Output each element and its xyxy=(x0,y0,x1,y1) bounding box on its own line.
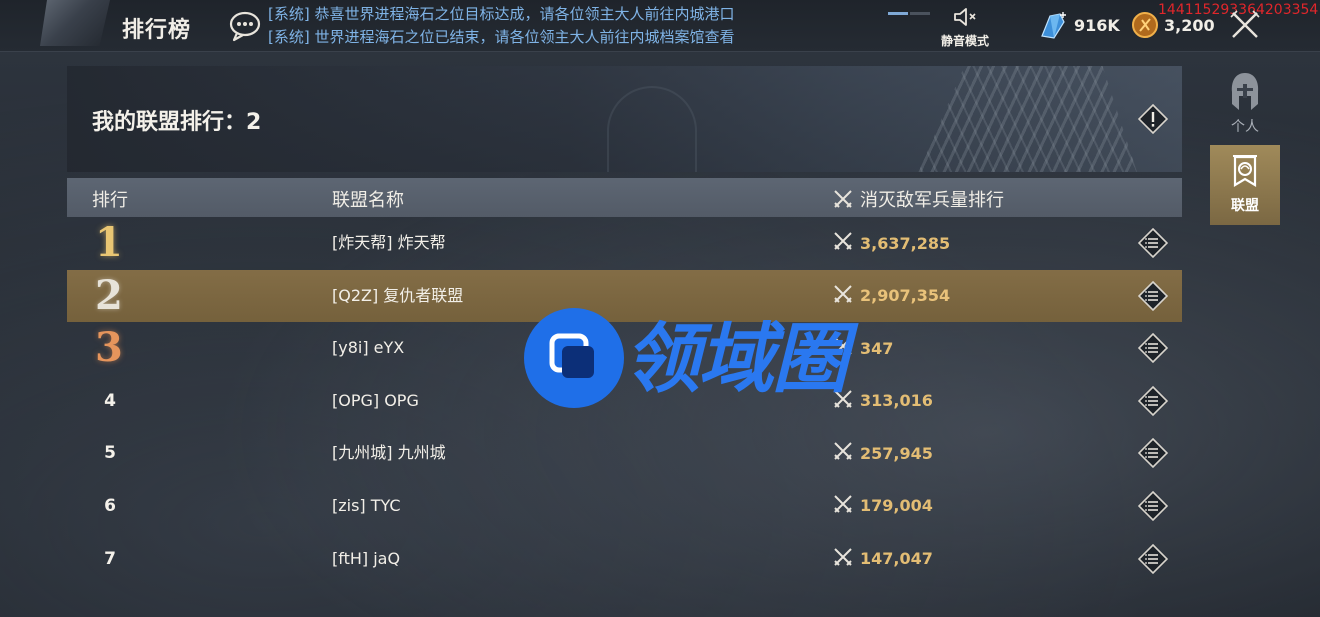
coin-value: 3,200 xyxy=(1164,15,1215,35)
rank-number: 7 xyxy=(104,548,116,569)
blue-crystal-icon xyxy=(1041,12,1066,39)
crossed-swords-icon xyxy=(832,440,854,466)
crossed-swords-icon xyxy=(832,546,854,572)
info-icon[interactable] xyxy=(1138,104,1168,134)
table-header: 排行 联盟名称 消灭敌军兵量排行 xyxy=(67,178,1182,217)
my-rank-value: 2 xyxy=(246,110,262,135)
kills-cell: 179,004 xyxy=(832,480,933,532)
system-announcements[interactable]: [系统] 恭喜世界进程海石之位目标达成，请各位领主大人前往内城港口 [系统] 世… xyxy=(268,3,828,49)
side-tabs: 个人 联盟 xyxy=(1210,64,1320,225)
rank-medal-icon: 2 xyxy=(95,271,123,319)
my-rank-label: 我的联盟排行： xyxy=(92,110,247,135)
rank-number: 4 xyxy=(104,390,116,411)
rank-cell: 2 xyxy=(67,270,153,322)
throne-artwork xyxy=(918,66,1137,172)
rank-cell: 5 xyxy=(67,427,153,479)
rank-cell: 1 xyxy=(67,217,153,269)
alliance-name: [OPG] OPG xyxy=(332,390,419,410)
table-row[interactable]: 1 [炸天帮] 炸天帮 3,637,285 xyxy=(67,217,1182,270)
details-list-icon[interactable] xyxy=(1137,385,1169,416)
alliance-name: [九州城] 九州城 xyxy=(332,443,446,463)
details-list-icon[interactable] xyxy=(1137,543,1169,574)
details-list-icon[interactable] xyxy=(1137,333,1169,364)
alliance-name: [Q2Z] 复仇者联盟 xyxy=(332,285,464,305)
column-header-rank: 排行 xyxy=(92,190,128,211)
crossed-swords-icon xyxy=(832,230,854,256)
announcement-line: [系统] 恭喜世界进程海石之位目标达成，请各位领主大人前往内城港口 xyxy=(268,5,735,23)
alliance-name: [y8i] eYX xyxy=(332,338,405,358)
rank-cell: 3 xyxy=(67,322,153,374)
rank-cell: 6 xyxy=(67,480,153,532)
alliance-name: [ftH] jaQ xyxy=(332,548,401,568)
close-icon[interactable] xyxy=(1228,8,1262,42)
column-header-kills: 消灭敌军兵量排行 xyxy=(832,186,1004,212)
crossed-swords-icon xyxy=(832,283,854,309)
page-title: 排行榜 xyxy=(122,18,192,43)
gold-coin-icon xyxy=(1132,12,1158,38)
kills-value: 3,637,285 xyxy=(860,233,951,253)
tab-personal-label: 个人 xyxy=(1231,119,1259,135)
kills-value: 2,907,354 xyxy=(860,286,951,306)
watermark-logo: 领域圈 xyxy=(524,308,914,410)
rank-number: 6 xyxy=(104,495,116,516)
kills-value: 147,047 xyxy=(860,549,933,569)
top-bar: 排行榜 [系统] 恭喜世界进程海石之位目标达成，请各位领主大人前往内城港口 [系… xyxy=(0,0,1320,52)
kills-cell: 257,945 xyxy=(832,427,933,479)
announcement-pager xyxy=(888,0,933,15)
announcement-line: [系统] 世界进程海石之位已结束，请各位领主大人前往内城档案馆查看 xyxy=(268,28,735,46)
speaker-muted-icon xyxy=(954,8,976,26)
castle-arch-decoration xyxy=(607,86,697,172)
details-list-icon[interactable] xyxy=(1137,280,1169,311)
kills-value: 179,004 xyxy=(860,496,933,516)
rank-cell: 7 xyxy=(67,533,153,585)
tab-alliance-label: 联盟 xyxy=(1231,198,1259,214)
kills-cell: 3,637,285 xyxy=(832,217,950,269)
crossed-swords-icon xyxy=(834,190,852,208)
rank-cell: 4 xyxy=(67,375,153,427)
details-list-icon[interactable] xyxy=(1137,438,1169,469)
alliance-name: [炸天帮] 炸天帮 xyxy=(332,233,446,252)
rank-medal-icon: 3 xyxy=(95,324,123,372)
kills-cell: 147,047 xyxy=(832,533,933,585)
table-row[interactable]: 7 [ftH] jaQ 147,047 xyxy=(67,533,1182,586)
column-header-name: 联盟名称 xyxy=(332,190,404,211)
details-list-icon[interactable] xyxy=(1137,490,1169,522)
rank-number: 5 xyxy=(104,443,116,464)
crossed-swords-icon xyxy=(832,493,854,519)
mute-button[interactable]: 静音模式 xyxy=(934,6,996,50)
details-list-icon[interactable] xyxy=(1137,227,1169,259)
tab-alliance[interactable]: 联盟 xyxy=(1210,145,1280,225)
rank-medal-icon: 1 xyxy=(95,219,123,266)
mute-label: 静音模式 xyxy=(940,34,989,48)
table-row[interactable]: 6 [zis] TYC 179,004 xyxy=(67,480,1182,533)
watermark-circle-icon xyxy=(524,308,624,408)
my-alliance-rank: 我的联盟排行：2 xyxy=(92,104,261,136)
column-header-kills-label: 消灭敌军兵量排行 xyxy=(860,190,1004,211)
knight-emblem-icon xyxy=(40,0,110,46)
watermark-text: 领域圈 xyxy=(624,314,848,403)
alliance-banner-icon xyxy=(1233,155,1257,187)
table-row[interactable]: 5 [九州城] 九州城 257,945 xyxy=(67,427,1182,480)
kills-value: 257,945 xyxy=(860,443,933,463)
chat-bubble-icon[interactable] xyxy=(228,10,262,42)
rank-banner: 我的联盟排行：2 xyxy=(67,66,1182,172)
gem-resource[interactable]: 916K xyxy=(1036,10,1120,40)
helmet-icon xyxy=(1231,73,1259,110)
alliance-name: [zis] TYC xyxy=(332,495,401,515)
tab-personal[interactable]: 个人 xyxy=(1210,64,1280,142)
gem-value: 916K xyxy=(1074,15,1120,35)
